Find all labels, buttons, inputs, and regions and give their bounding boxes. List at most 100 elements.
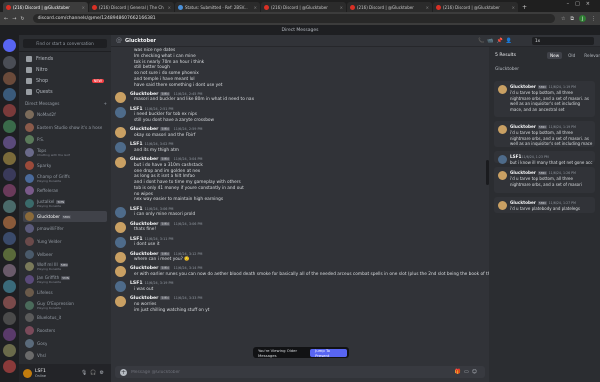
server-icon[interactable] [3,312,16,325]
close-icon[interactable]: × [340,5,343,10]
dm-item[interactable]: Bluelotus_it [23,312,107,323]
server-icon[interactable] [3,88,16,101]
extensions-icon[interactable]: ⧉ [570,16,574,22]
server-icon[interactable] [3,216,16,229]
server-icon[interactable] [3,168,16,181]
avatar[interactable] [115,157,126,169]
dm-item[interactable]: Guy O'Expression Playing Runelite [23,300,107,311]
server-icon[interactable] [3,136,16,149]
server-icon[interactable] [3,56,16,69]
dm-item[interactable]: Lifeless [23,287,107,298]
tab-new[interactable]: New [547,52,563,59]
message-author[interactable]: Glucktober [130,157,158,162]
server-icon[interactable] [3,200,16,213]
search-result-card[interactable]: Glucktober 5MN 11/6/24, 1:19 PM i'd u tarve… [494,81,595,117]
avatar[interactable] [115,296,126,308]
server-icon[interactable] [3,104,16,117]
add-dm-icon[interactable]: + [103,101,107,106]
server-icon[interactable] [3,264,16,277]
attach-icon[interactable]: + [120,368,127,376]
avatar[interactable] [23,368,32,378]
avatar[interactable] [115,266,126,278]
new-tab-icon[interactable]: + [522,4,527,11]
message-author[interactable]: Glucktober [130,92,158,97]
search-input[interactable]: 1x [532,37,594,45]
server-icon[interactable] [3,72,16,85]
message-author[interactable]: LSF1 [130,207,143,212]
dm-item[interactable]: Wolf ml III 5MN Playing Runelite [23,261,107,272]
avatar[interactable] [115,106,126,118]
server-icon[interactable] [3,184,16,197]
avatar[interactable] [115,236,126,248]
dm-item[interactable]: Glucktober 5MN [23,210,107,222]
search-result-card[interactable]: LSF111/6/24, 1:23 PM but i know ill many … [494,151,595,165]
browser-tab[interactable]: (216) Discord | @Glucktober × [433,2,518,12]
dm-item[interactable]: Gosy [23,338,107,349]
dm-item[interactable]: Velbeer [23,249,107,260]
server-icon[interactable] [3,344,16,357]
search-result-card[interactable]: Glucktober 5MN 11/6/24, 1:27 PM i'd u tarve… [494,197,595,213]
dm-item[interactable]: Vhsl [23,350,107,361]
message-author[interactable]: LSF1 [130,237,143,242]
browser-tab[interactable]: (216) Discord | @Glucktober × [3,2,88,12]
message-author[interactable]: LSF1 [130,281,143,286]
dm-item[interactable]: NoMad2f [23,109,107,120]
close-icon[interactable]: × [168,5,171,10]
sidebar-item-shop[interactable]: Shop NEW [23,76,107,86]
avatar[interactable] [115,142,126,154]
server-icon[interactable] [3,120,16,133]
address-bar[interactable]: discord.com/channels/@me/124894860766216… [32,14,555,23]
close-icon[interactable]: × [426,5,429,10]
dm-item[interactable]: Yung Velder [23,236,107,247]
message-author[interactable]: LSF1 [130,107,143,112]
dm-item[interactable]: Roosters [23,325,107,336]
message-author[interactable]: LSF1 [130,142,143,147]
window-controls[interactable]: –□× [567,1,596,7]
search-result-card[interactable]: Glucktober 5MN 11/6/24, 1:26 PM i'd u tarve… [494,167,595,193]
search-result-card[interactable]: Glucktober 5MN 11/6/24, 1:19 PM i'd u tarve… [494,121,595,147]
header-toolbar-icons[interactable]: 📞📹📌👤 [478,38,515,44]
browser-tab[interactable]: (216) Discord | @Glucktober × [347,2,432,12]
close-icon[interactable]: × [512,5,515,10]
tab-old[interactable]: Old [565,52,578,59]
jump-to-present-button[interactable]: Jump To Present [310,348,347,358]
avatar[interactable] [115,127,126,139]
server-icon[interactable] [3,296,16,309]
message-author[interactable]: Glucktober [130,222,158,227]
sidebar-item-friends[interactable]: Friends [23,54,107,64]
browser-tab[interactable]: Status: Submitted · Ref: 2BSV... × [175,2,260,12]
browser-tab[interactable]: (216) Discord | @Glucktober × [261,2,346,12]
dm-item[interactable]: Tops Chatting with the Golf [23,147,107,158]
profile-avatar[interactable]: J [579,15,586,22]
message-author[interactable]: Glucktober [130,296,158,301]
star-icon[interactable]: ☆ [561,16,565,22]
dm-item[interactable]: Champ of Griffs Playing Runelite [23,173,107,184]
search-input[interactable]: Find or start a conversation [23,39,107,48]
avatar[interactable] [115,91,126,103]
mic-headset-settings-icons[interactable]: 🎙🎧⚙ [81,370,107,376]
close-icon[interactable]: × [82,5,85,10]
dm-item[interactable]: P.S. [23,134,107,145]
dm-item[interactable]: Eastern Studio show it's a hose [23,122,107,133]
server-icon[interactable] [3,152,16,165]
dm-item[interactable]: Reffeleran [23,185,107,196]
server-icon[interactable] [3,328,16,341]
composer-icons[interactable]: 🎁▭☺ [455,369,480,375]
home-icon[interactable] [3,39,16,52]
avatar[interactable] [115,221,126,233]
server-icon[interactable] [3,248,16,261]
sidebar-item-nitro[interactable]: Nitro [23,65,107,75]
close-icon[interactable]: × [254,5,257,10]
tab-relevant[interactable]: Relevant [581,52,600,59]
dm-item[interactable]: pmawilliFlfer [23,223,107,234]
dm-item[interactable]: Jan Griffith 5MN Playing Runelite [23,274,107,285]
nav-arrows-icon[interactable]: ←→↻ [4,16,29,22]
message-input[interactable] [131,369,455,375]
menu-icon[interactable]: ⋮ [591,16,596,22]
message-author[interactable]: Glucktober [130,252,158,257]
message-author[interactable]: Glucktober [130,127,158,132]
avatar[interactable] [115,251,126,263]
server-icon[interactable] [3,360,16,373]
avatar[interactable] [115,281,126,293]
dm-item[interactable]: Sparky [23,160,107,171]
